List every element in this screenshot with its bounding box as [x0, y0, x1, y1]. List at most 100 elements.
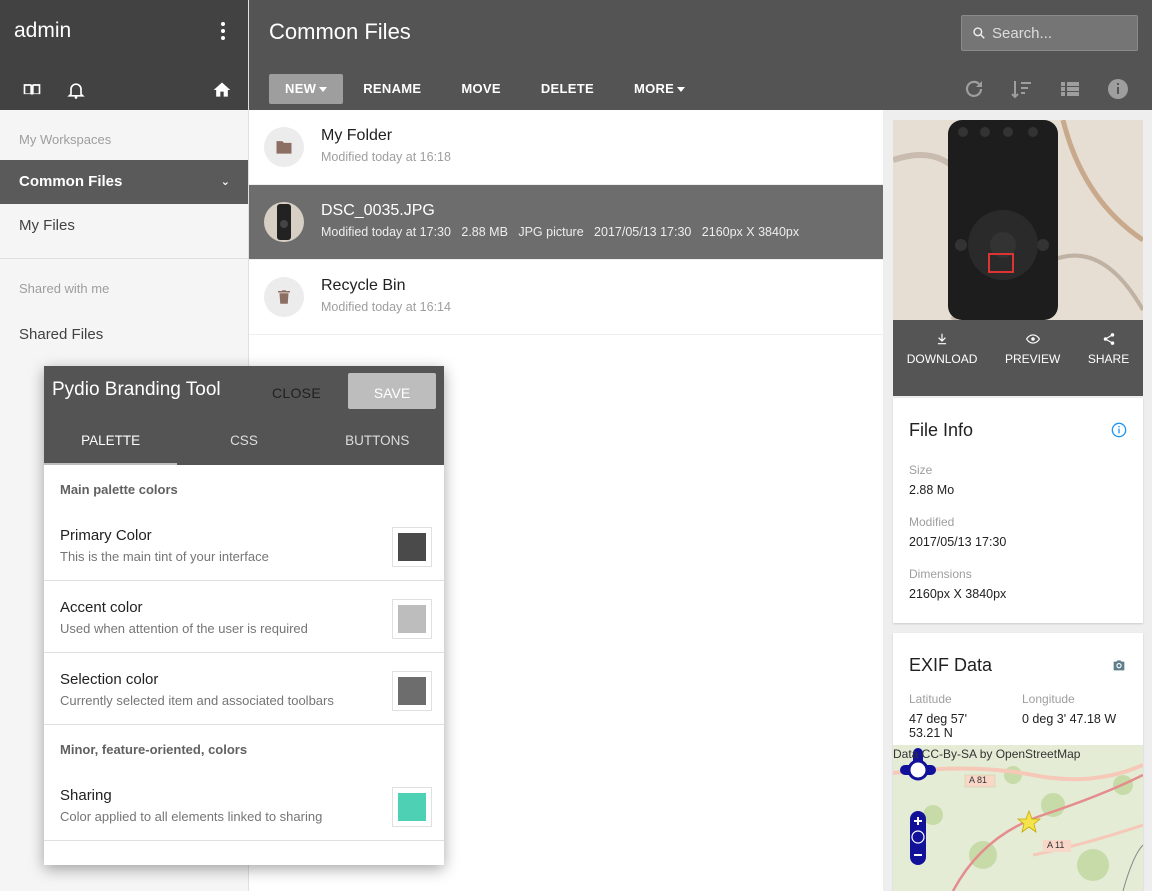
- map-tiles: [893, 745, 1143, 891]
- preview-card: DOWNLOAD PREVIEW SHARE: [893, 120, 1143, 396]
- file-name: DSC_0035.JPG: [321, 202, 435, 219]
- more-button[interactable]: MORE: [614, 74, 705, 104]
- toolbar: NEW RENAME MOVE DELETE MORE: [269, 74, 705, 104]
- info-icon[interactable]: [1106, 77, 1130, 101]
- dimensions-value: 2160px X 3840px: [909, 587, 1007, 601]
- caret-down-icon: [677, 87, 686, 93]
- close-button[interactable]: CLOSE: [272, 385, 321, 401]
- color-name: Accent color: [60, 599, 143, 616]
- save-button[interactable]: SAVE: [348, 373, 436, 409]
- caret-down-icon: [319, 87, 328, 93]
- road-label-a11: A 11: [1047, 840, 1065, 850]
- file-info-title: File Info: [893, 398, 1143, 441]
- file-row-recycle-bin[interactable]: Recycle Bin Modified today at 16:14: [249, 260, 883, 335]
- swatch-fill: [398, 533, 426, 561]
- move-button[interactable]: MOVE: [441, 74, 520, 104]
- search-icon: [973, 27, 985, 39]
- minor-colors-heading: Minor, feature-oriented, colors: [60, 742, 248, 757]
- download-icon: [938, 333, 947, 345]
- home-icon[interactable]: [212, 80, 232, 100]
- download-button[interactable]: DOWNLOAD: [906, 332, 978, 366]
- tab-palette[interactable]: PALETTE: [44, 426, 178, 465]
- accent-color-swatch[interactable]: [392, 599, 432, 639]
- sidebar-item-my-files[interactable]: My Files: [0, 204, 248, 248]
- exif-coords: Latitude 47 deg 57' 53.21 N Longitude 0 …: [893, 692, 1143, 740]
- share-button[interactable]: SHARE: [1088, 332, 1129, 366]
- dialog-tabs: PALETTE CSS BUTTONS: [44, 426, 444, 465]
- road-label-a81: A 81: [969, 775, 988, 785]
- sharing-color-swatch[interactable]: [392, 787, 432, 827]
- preview-label: PREVIEW: [1004, 352, 1061, 366]
- selection-color-swatch[interactable]: [392, 671, 432, 711]
- bell-icon[interactable]: [66, 80, 86, 100]
- file-meta: Modified today at 16:14: [321, 300, 451, 314]
- exif-title: EXIF Data: [893, 633, 1143, 676]
- branding-dialog: Pydio Branding Tool CLOSE SAVE PALETTE C…: [44, 366, 444, 865]
- file-info-title-text: File Info: [909, 420, 974, 440]
- color-row-accent: Accent color Used when attention of the …: [44, 581, 444, 653]
- file-row-dsc-0035[interactable]: DSC_0035.JPG Modified today at 17:30 2.8…: [249, 185, 883, 260]
- new-button-label: NEW: [285, 81, 317, 96]
- color-row-primary: Primary Color This is the main tint of y…: [44, 509, 444, 581]
- delete-button[interactable]: DELETE: [521, 74, 614, 104]
- image-thumbnail: [264, 202, 304, 242]
- color-row-selection: Selection color Currently selected item …: [44, 653, 444, 725]
- size-label: Size: [909, 463, 933, 477]
- page-title: Common Files: [269, 19, 411, 44]
- toolbar-icons: [962, 77, 1130, 101]
- list-view-icon[interactable]: [1058, 77, 1082, 101]
- sort-icon[interactable]: [1010, 77, 1034, 101]
- file-name: My Folder: [321, 127, 393, 144]
- trash-icon: [264, 277, 304, 317]
- color-desc: This is the main tint of your interface: [60, 549, 269, 564]
- share-label: SHARE: [1087, 352, 1130, 366]
- info-panel: DOWNLOAD PREVIEW SHARE File Info Size 2.…: [883, 110, 1152, 891]
- refresh-icon[interactable]: [962, 77, 986, 101]
- dialog-header: Pydio Branding Tool CLOSE SAVE PALETTE C…: [44, 366, 444, 465]
- file-info-card: File Info Size 2.88 Mo Modified 2017/05/…: [893, 398, 1143, 623]
- lat-group: Latitude 47 deg 57' 53.21 N: [893, 692, 1006, 740]
- preview-button[interactable]: PREVIEW: [1005, 332, 1060, 366]
- tab-css[interactable]: CSS: [177, 426, 310, 465]
- sidebar-item-label: My Files: [19, 217, 75, 234]
- file-row-my-folder[interactable]: My Folder Modified today at 16:18: [249, 110, 883, 185]
- sidebar-item-common-files[interactable]: Common Files ⌄: [0, 160, 248, 204]
- camera-icon: [1113, 660, 1125, 671]
- latitude-label: Latitude: [909, 692, 952, 706]
- color-name: Primary Color: [60, 527, 152, 544]
- color-desc: Used when attention of the user is requi…: [60, 621, 308, 636]
- more-button-label: MORE: [633, 81, 675, 96]
- rename-button[interactable]: RENAME: [343, 74, 441, 104]
- file-meta: Modified today at 17:30 2.88 MB JPG pict…: [321, 225, 800, 239]
- swatch-fill: [398, 605, 426, 633]
- section-shared-with-me: Shared with me: [19, 281, 110, 296]
- search-box[interactable]: [961, 15, 1138, 51]
- search-input[interactable]: [992, 24, 1132, 42]
- chevron-down-icon: ⌄: [220, 176, 230, 188]
- preview-actions: DOWNLOAD PREVIEW SHARE: [893, 320, 1143, 366]
- book-icon[interactable]: [22, 80, 42, 100]
- info-outline-icon[interactable]: [1111, 422, 1127, 438]
- download-label: DOWNLOAD: [906, 352, 978, 366]
- swatch-fill: [398, 677, 426, 705]
- file-name: Recycle Bin: [321, 277, 406, 294]
- modified-value: 2017/05/13 17:30: [909, 535, 1007, 549]
- main-palette-heading: Main palette colors: [60, 482, 178, 497]
- color-desc: Color applied to all elements linked to …: [60, 809, 323, 824]
- color-name: Sharing: [60, 787, 112, 804]
- sidebar-item-label: Shared Files: [19, 326, 104, 343]
- color-desc: Currently selected item and associated t…: [60, 693, 334, 708]
- sidebar-item-shared-files[interactable]: Shared Files: [0, 313, 248, 357]
- primary-color-swatch[interactable]: [392, 527, 432, 567]
- map[interactable]: Data CC-By-SA by OpenStreetMap A 81 A 11: [893, 745, 1143, 891]
- more-vert-icon[interactable]: [214, 18, 232, 44]
- dialog-title: Pydio Branding Tool: [52, 379, 221, 400]
- latitude-value: 47 deg 57' 53.21 N: [909, 712, 967, 740]
- tab-buttons[interactable]: BUTTONS: [311, 426, 444, 465]
- sidebar-header: admin: [0, 0, 248, 110]
- section-my-workspaces: My Workspaces: [19, 132, 112, 147]
- image-preview[interactable]: [893, 120, 1143, 320]
- dialog-body: Main palette colors Primary Color This i…: [44, 465, 444, 841]
- new-button[interactable]: NEW: [269, 74, 344, 104]
- dimensions-label: Dimensions: [909, 567, 972, 581]
